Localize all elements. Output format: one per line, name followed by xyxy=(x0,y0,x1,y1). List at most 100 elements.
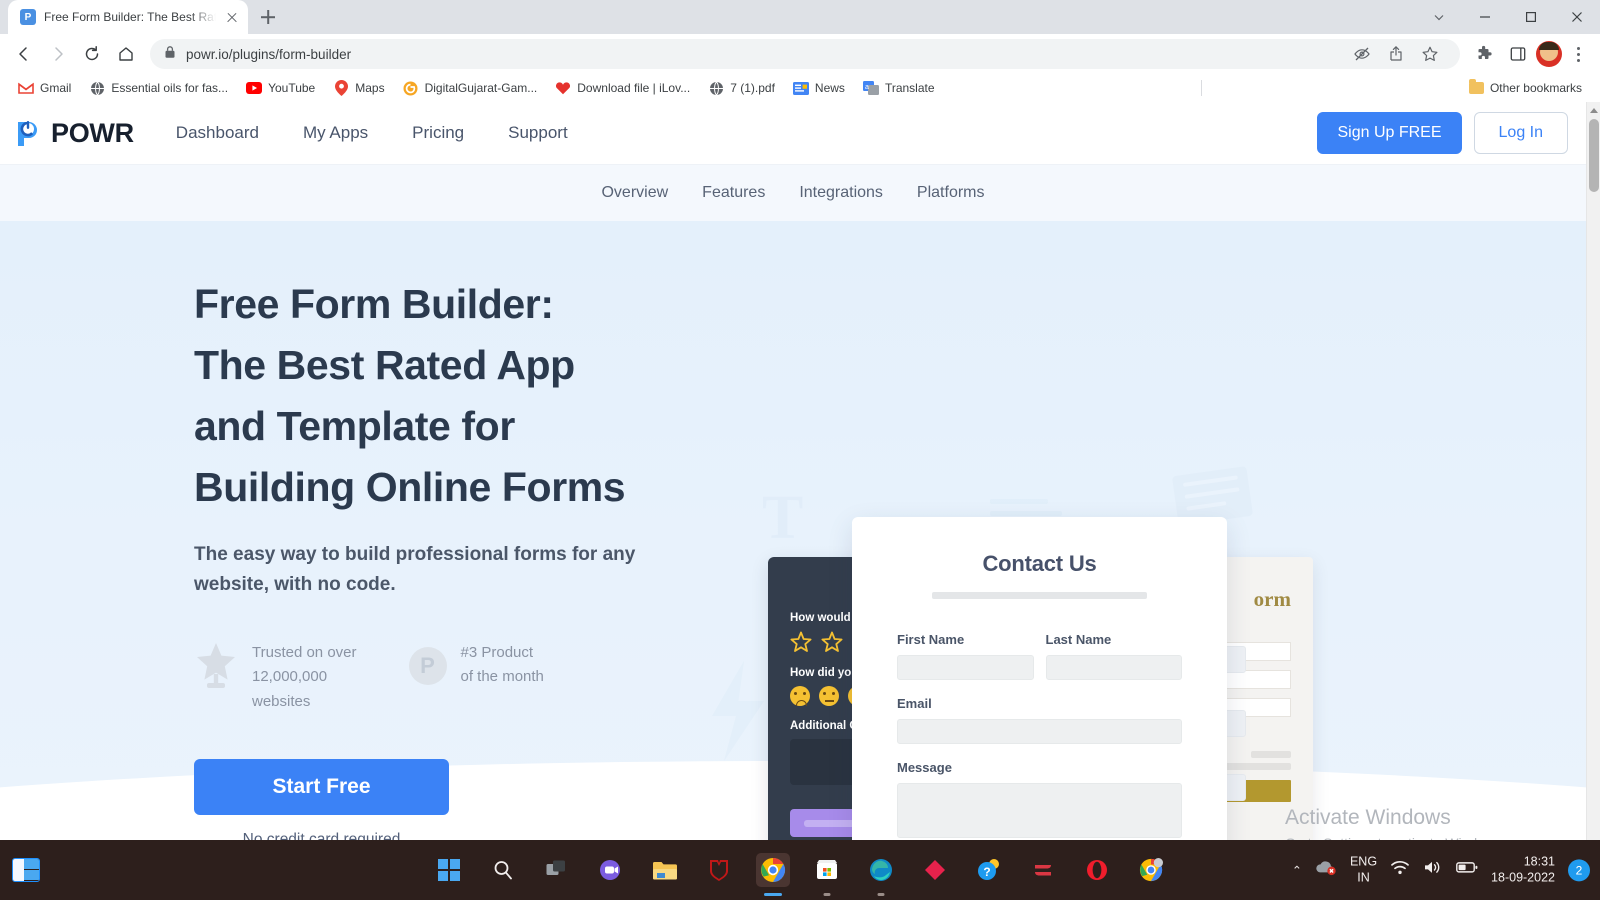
sad-face-icon[interactable] xyxy=(790,686,810,706)
subnav-item-overview[interactable]: Overview xyxy=(601,184,668,202)
last-name-input[interactable] xyxy=(1045,655,1182,680)
other-bookmarks-button[interactable]: Other bookmarks xyxy=(1461,78,1590,98)
close-window-icon[interactable] xyxy=(1554,0,1600,34)
hero-copy: Free Form Builder: The Best Rated App an… xyxy=(194,274,714,840)
bookmark-translate[interactable]: a Translate xyxy=(855,77,943,99)
trust-badge-websites: Trusted on over 12,000,000 websites xyxy=(194,641,357,714)
powr-logo[interactable]: POWR xyxy=(14,118,134,149)
address-bar[interactable]: powr.io/plugins/form-builder xyxy=(150,39,1460,69)
file-explorer-icon[interactable] xyxy=(648,853,682,887)
hero-heading-line: Free Form Builder: xyxy=(194,281,554,327)
contact-name-row: First Name Last Name xyxy=(897,632,1182,696)
search-icon[interactable] xyxy=(486,853,520,887)
page-scrollbar[interactable] xyxy=(1586,102,1600,840)
nav-item-pricing[interactable]: Pricing xyxy=(412,123,464,143)
avatar-hair xyxy=(1539,42,1559,50)
nav-item-support[interactable]: Support xyxy=(508,123,568,143)
trust-badge-producthunt: P #3 Product of the month xyxy=(408,641,544,714)
contact-us-form-card[interactable]: Contact Us First Name Last Name Email Me… xyxy=(852,517,1227,840)
sign-up-button[interactable]: Sign Up FREE xyxy=(1317,112,1462,154)
bookmark-star-icon[interactable] xyxy=(1414,38,1446,70)
browser-window: P Free Form Builder: The Best Rated powr… xyxy=(0,0,1600,840)
header-actions: Sign Up FREE Log In xyxy=(1317,112,1568,154)
lock-icon xyxy=(164,45,176,64)
globe-icon xyxy=(708,80,724,96)
bookmark-news[interactable]: News xyxy=(785,77,853,99)
subnav-item-platforms[interactable]: Platforms xyxy=(917,184,985,202)
log-in-button[interactable]: Log In xyxy=(1473,112,1568,154)
close-tab-icon[interactable] xyxy=(224,9,240,25)
language-indicator[interactable]: ENG IN xyxy=(1350,854,1377,885)
browser-toolbar: powr.io/plugins/form-builder xyxy=(0,34,1600,74)
extensions-icon[interactable] xyxy=(1468,38,1500,70)
scrollbar-thumb[interactable] xyxy=(1589,119,1599,192)
email-label: Email xyxy=(897,696,932,711)
task-view-icon[interactable] xyxy=(540,853,574,887)
primary-nav: Dashboard My Apps Pricing Support xyxy=(176,123,568,143)
bookmark-maps[interactable]: Maps xyxy=(325,77,392,99)
nav-item-my-apps[interactable]: My Apps xyxy=(303,123,368,143)
activate-windows-watermark: Activate Windows Go to Settings to activ… xyxy=(1285,806,1506,840)
widgets-button[interactable] xyxy=(12,858,40,882)
wifi-icon[interactable] xyxy=(1390,860,1410,881)
minimize-icon[interactable] xyxy=(1462,0,1508,34)
scroll-up-button[interactable] xyxy=(1587,102,1600,118)
gmail-icon xyxy=(18,80,34,96)
chevron-down-icon[interactable] xyxy=(1416,0,1462,34)
star-icon[interactable] xyxy=(790,631,812,653)
home-icon[interactable] xyxy=(110,38,142,70)
taskbar-clock[interactable]: 18:31 18-09-2022 xyxy=(1491,854,1555,885)
subnav-item-integrations[interactable]: Integrations xyxy=(799,184,883,202)
back-icon[interactable] xyxy=(8,38,40,70)
bookmark-digitalgujarat[interactable]: DigitalGujarat-Gam... xyxy=(395,77,546,99)
maximize-icon[interactable] xyxy=(1508,0,1554,34)
bookmark-download-file[interactable]: Download file | iLov... xyxy=(547,77,698,99)
opera-icon[interactable] xyxy=(1080,853,1114,887)
reload-icon[interactable] xyxy=(76,38,108,70)
chrome-secondary-icon[interactable] xyxy=(1134,853,1168,887)
microsoft-store-icon[interactable] xyxy=(810,853,844,887)
youtube-icon xyxy=(246,80,263,96)
notification-badge[interactable]: 2 xyxy=(1568,859,1590,881)
onedrive-error-icon[interactable] xyxy=(1315,860,1337,881)
edge-icon[interactable] xyxy=(864,853,898,887)
star-icon[interactable] xyxy=(821,631,843,653)
bookmark-essential-oils[interactable]: Essential oils for fas... xyxy=(81,77,236,99)
neutral-face-icon[interactable] xyxy=(819,686,839,706)
bookmarks-bar: Gmail Essential oils for fas... YouTube … xyxy=(0,74,1600,102)
volume-icon[interactable] xyxy=(1423,860,1443,881)
start-free-button[interactable]: Start Free xyxy=(194,759,449,816)
teams-icon[interactable] xyxy=(594,853,628,887)
share-icon[interactable] xyxy=(1380,38,1412,70)
side-panel-icon[interactable] xyxy=(1502,38,1534,70)
bookmark-label: News xyxy=(814,81,845,95)
help-icon[interactable]: ? xyxy=(972,853,1006,887)
message-textarea[interactable] xyxy=(897,783,1182,838)
bookmark-7-1-pdf[interactable]: 7 (1).pdf xyxy=(700,77,783,99)
subnav-item-features[interactable]: Features xyxy=(702,184,765,202)
chrome-icon[interactable] xyxy=(756,853,790,887)
first-name-input[interactable] xyxy=(897,655,1034,680)
bookmark-label: Essential oils for fas... xyxy=(111,81,229,95)
profile-avatar[interactable] xyxy=(1536,41,1562,67)
windows-start-icon[interactable] xyxy=(432,853,466,887)
tab-title: Free Form Builder: The Best Rated xyxy=(44,10,216,24)
bookmark-youtube[interactable]: YouTube xyxy=(238,77,323,99)
browser-tab[interactable]: P Free Form Builder: The Best Rated xyxy=(8,0,248,34)
bookmark-gmail[interactable]: Gmail xyxy=(10,77,79,99)
message-field-group: Message xyxy=(897,760,1182,838)
email-input[interactable] xyxy=(897,719,1182,744)
hide-password-icon[interactable] xyxy=(1346,38,1378,70)
tray-expand-icon[interactable]: ⌃ xyxy=(1292,863,1302,877)
nav-item-dashboard[interactable]: Dashboard xyxy=(176,123,259,143)
battery-icon[interactable] xyxy=(1456,861,1478,880)
new-tab-button[interactable] xyxy=(254,3,282,31)
ilovepdf-heart-icon xyxy=(555,80,571,96)
folder-icon xyxy=(1468,79,1484,94)
last-name-field-group: Last Name xyxy=(1045,632,1182,680)
adobe-icon[interactable] xyxy=(918,853,952,887)
forward-icon[interactable] xyxy=(42,38,74,70)
mcafee-icon[interactable] xyxy=(702,853,736,887)
express-vpn-icon[interactable] xyxy=(1026,853,1060,887)
chrome-menu-icon[interactable] xyxy=(1564,38,1592,70)
